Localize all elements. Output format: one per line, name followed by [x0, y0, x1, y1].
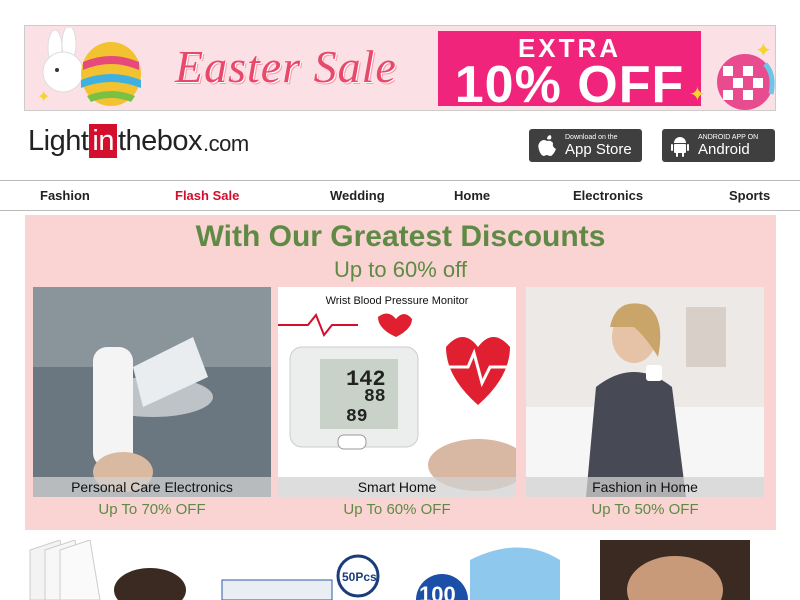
- nav-sports[interactable]: Sports: [729, 188, 770, 203]
- card-label: Smart Home: [278, 477, 516, 497]
- logo-part-light: Light: [28, 124, 89, 157]
- nav-electronics[interactable]: Electronics: [573, 188, 643, 203]
- monitor-reading-pulse: 89: [346, 407, 368, 427]
- product-strip: 50Pcs 100: [0, 540, 800, 600]
- category-card-fashion-home[interactable]: Fashion in Home Up To 50% OFF: [526, 287, 764, 529]
- logo-part-in: in: [89, 124, 117, 158]
- promo-title: With Our Greatest Discounts: [195, 220, 606, 253]
- woman-in-pajamas-image: [526, 287, 764, 497]
- pcs-badge: 50Pcs: [342, 570, 377, 584]
- card-label: Personal Care Electronics: [33, 477, 271, 497]
- card-discount: Up To 70% OFF: [33, 497, 271, 529]
- lightinthebox-logo[interactable]: Light in thebox .com: [28, 124, 249, 158]
- logo-domain: .com: [203, 131, 249, 156]
- masks-product-images: [29, 540, 750, 600]
- android-label: Android: [698, 140, 750, 158]
- monitor-image-caption: Wrist Blood Pressure Monitor: [325, 295, 469, 307]
- card-discount: Up To 50% OFF: [526, 497, 764, 529]
- card-label: Fashion in Home: [526, 477, 764, 497]
- category-card-personal-care[interactable]: Personal Care Electronics Up To 70% OFF: [33, 287, 271, 529]
- easter-bunny-egg-icon: ✦: [37, 28, 141, 106]
- android-icon: [671, 136, 689, 157]
- promo-subtitle: Up to 60% off: [334, 257, 467, 282]
- monitor-reading-dia: 88: [364, 387, 386, 407]
- kn95-masks-image: [29, 540, 186, 600]
- svg-text:✦: ✦: [37, 89, 50, 106]
- promo-header: With Our Greatest Discounts Up to 60% of…: [25, 215, 776, 283]
- main-navigation: Fashion Flash Sale Wedding Home Electron…: [0, 180, 800, 211]
- discount-label: 10% OFF: [454, 56, 685, 111]
- nav-fashion[interactable]: Fashion: [40, 188, 90, 203]
- sparkle-icon: ✦: [755, 40, 772, 62]
- easter-sale-title: Easter Sale: [175, 41, 397, 92]
- app-store-label: App Store: [565, 140, 632, 158]
- easter-sale-banner[interactable]: ✦ Easter Sale EXTRA 10% OFF ✦ ✦: [24, 25, 776, 111]
- category-card-smart-home[interactable]: Wrist Blood Pressure Monitor 142 88 89 S…: [278, 287, 516, 529]
- nebulizer-image: [33, 287, 271, 497]
- extra-discount-box: EXTRA 10% OFF: [438, 31, 701, 111]
- sparkle-icon: ✦: [689, 84, 706, 106]
- android-app-button[interactable]: ANDROID APP ON Android: [662, 129, 775, 162]
- nav-home[interactable]: Home: [454, 188, 490, 203]
- card-discount: Up To 60% OFF: [278, 497, 516, 529]
- woman-mask-image: [600, 540, 750, 600]
- nav-flash-sale[interactable]: Flash Sale: [175, 188, 239, 203]
- discount-promo-section: With Our Greatest Discounts Up to 60% of…: [25, 215, 776, 530]
- app-store-button[interactable]: Download on the App Store: [529, 129, 642, 162]
- blood-pressure-monitor-image: [278, 287, 516, 497]
- apple-icon: [538, 134, 556, 156]
- nav-wedding[interactable]: Wedding: [330, 188, 385, 203]
- logo-part-thebox: thebox: [117, 124, 203, 157]
- count-badge: 100: [419, 582, 456, 600]
